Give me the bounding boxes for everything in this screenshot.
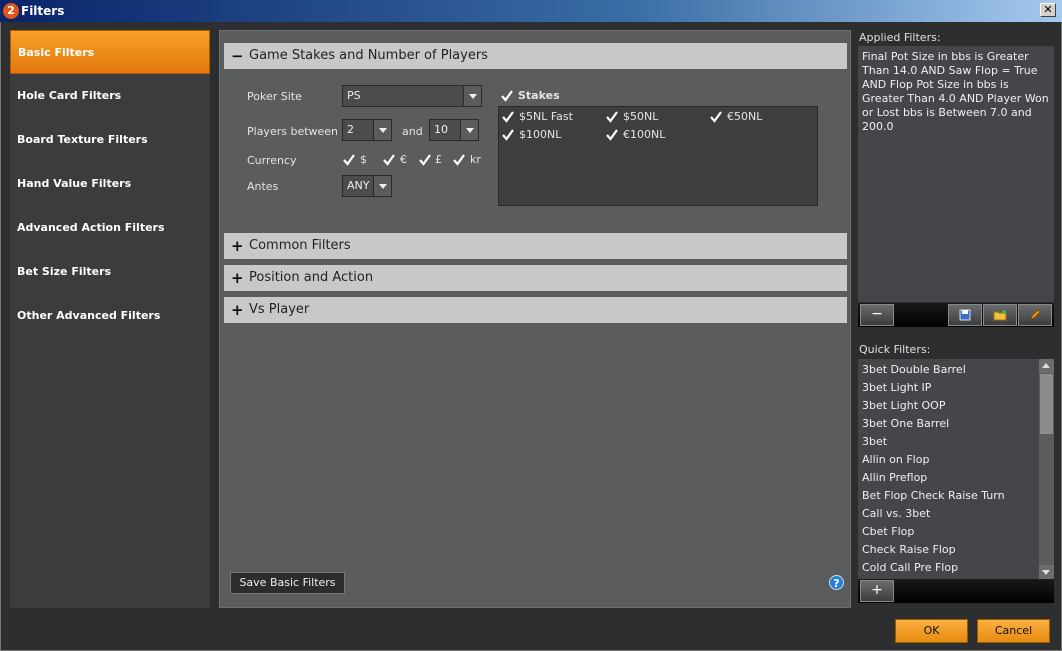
poker-site-select[interactable]: PS [342, 85, 482, 107]
save-filter-button[interactable] [948, 304, 982, 326]
stake-label: $5NL Fast [519, 110, 573, 123]
title-bar: 2 Filters ✕ [0, 0, 1062, 22]
antes-select[interactable]: ANY [342, 175, 392, 197]
scroll-up-icon[interactable] [1039, 359, 1054, 373]
stake-label: $100NL [519, 128, 562, 141]
add-quick-filter-button[interactable]: + [860, 580, 894, 602]
chevron-down-icon [460, 120, 478, 140]
quick-filter-item[interactable]: 3bet Light IP [862, 381, 931, 394]
section-vs-player[interactable]: + Vs Player [224, 297, 847, 323]
expand-icon: + [231, 301, 244, 319]
nav-item-basic-filters[interactable]: Basic Filters [10, 30, 210, 74]
save-basic-filters-button[interactable]: Save Basic Filters [230, 572, 345, 594]
nav-item-hole-card-filters[interactable]: Hole Card Filters [10, 74, 210, 118]
poker-site-label: Poker Site [247, 90, 302, 103]
stake-label: €50NL [727, 110, 763, 123]
scroll-thumb[interactable] [1040, 374, 1053, 434]
stakes-list: $5NL Fast $50NL €50NL $100NL €100NL [498, 106, 818, 206]
quick-filter-item[interactable]: Cbet Flop [862, 525, 914, 538]
window-title: Filters [21, 4, 65, 18]
quick-filters-toolbar: + [858, 579, 1054, 603]
edit-filter-button[interactable] [1018, 304, 1052, 326]
quick-filter-item[interactable]: Call vs. 3bet [862, 507, 930, 520]
chevron-down-icon [463, 86, 481, 106]
players-between-label: Players between [247, 125, 339, 138]
quick-filters-scrollbar[interactable] [1039, 359, 1054, 579]
antes-label: Antes [247, 180, 279, 193]
currency-usd-label: $ [360, 153, 367, 166]
quick-filter-item[interactable]: Allin on Flop [862, 453, 929, 466]
section-position-and-action[interactable]: + Position and Action [224, 265, 847, 291]
section-title: Game Stakes and Number of Players [249, 48, 488, 63]
pencil-icon [1029, 309, 1041, 325]
collapse-icon: − [231, 47, 244, 65]
section-game-stakes[interactable]: − Game Stakes and Number of Players [224, 43, 847, 69]
quick-filter-item[interactable]: Allin Preflop [862, 471, 927, 484]
quick-filter-item[interactable]: 3bet Light OOP [862, 399, 945, 412]
help-icon[interactable]: ? [829, 575, 844, 590]
basic-filters-panel: − Game Stakes and Number of Players Poke… [219, 30, 851, 608]
nav-item-bet-size-filters[interactable]: Bet Size Filters [10, 250, 210, 294]
players-min-select[interactable]: 2 [342, 119, 392, 141]
currency-usd-checkbox[interactable] [342, 153, 356, 167]
filter-category-nav: Basic Filters Hole Card Filters Board Te… [10, 30, 210, 608]
stake-label: €100NL [623, 128, 666, 141]
players-max-select[interactable]: 10 [429, 119, 479, 141]
currency-kr-checkbox[interactable] [452, 153, 466, 167]
stake-checkbox[interactable] [605, 110, 619, 124]
applied-filters-toolbar: − [858, 303, 1054, 327]
chevron-down-icon [373, 120, 391, 140]
players-min-value: 2 [347, 123, 354, 136]
currency-label: Currency [247, 154, 297, 167]
nav-item-hand-value-filters[interactable]: Hand Value Filters [10, 162, 210, 206]
app-logo-icon: 2 [3, 3, 19, 19]
currency-gbp-checkbox[interactable] [418, 153, 432, 167]
players-max-value: 10 [434, 123, 448, 136]
cancel-button[interactable]: Cancel [977, 619, 1050, 643]
quick-filter-item[interactable]: 3bet [862, 435, 887, 448]
stake-checkbox[interactable] [605, 128, 619, 142]
stake-checkbox[interactable] [709, 110, 723, 124]
load-filter-button[interactable] [983, 304, 1017, 326]
section-common-filters[interactable]: + Common Filters [224, 233, 847, 259]
currency-eur-checkbox[interactable] [382, 153, 396, 167]
scroll-down-icon[interactable] [1039, 565, 1054, 579]
expand-icon: + [231, 269, 244, 287]
stake-checkbox[interactable] [501, 128, 515, 142]
quick-filter-item[interactable]: Check Raise Flop [862, 543, 956, 556]
remove-filter-button[interactable]: − [860, 304, 894, 326]
and-label: and [402, 125, 423, 138]
section-title: Vs Player [249, 302, 310, 317]
nav-item-advanced-action-filters[interactable]: Advanced Action Filters [10, 206, 210, 250]
nav-item-board-texture-filters[interactable]: Board Texture Filters [10, 118, 210, 162]
stake-label: $50NL [623, 110, 659, 123]
save-icon [959, 309, 971, 325]
section-title: Common Filters [249, 238, 351, 253]
ok-button[interactable]: OK [895, 619, 968, 643]
quick-filter-item[interactable]: Bet Flop Check Raise Turn [862, 489, 1005, 502]
close-button[interactable]: ✕ [1040, 3, 1056, 17]
expand-icon: + [231, 237, 244, 255]
stakes-all-checkbox[interactable] [500, 89, 514, 103]
stakes-label: Stakes [518, 89, 560, 102]
poker-site-value: PS [347, 89, 361, 102]
currency-gbp-label: £ [435, 153, 442, 166]
quick-filter-item[interactable]: 3bet Double Barrel [862, 363, 966, 376]
applied-filters-text: Final Pot Size in bbs is Greater Than 14… [858, 46, 1054, 302]
stake-checkbox[interactable] [501, 110, 515, 124]
quick-filter-item[interactable]: 3bet One Barrel [862, 417, 949, 430]
quick-filter-item[interactable]: Cold Call Pre Flop [862, 561, 958, 574]
currency-eur-label: € [400, 153, 407, 166]
quick-filters-label: Quick Filters: [859, 343, 931, 356]
currency-kr-label: kr [470, 153, 481, 166]
filters-dialog: Basic Filters Hole Card Filters Board Te… [0, 22, 1062, 651]
applied-filters-label: Applied Filters: [859, 31, 941, 44]
antes-value: ANY [347, 179, 370, 192]
section-title: Position and Action [249, 270, 374, 285]
chevron-down-icon [373, 176, 391, 196]
nav-item-other-advanced-filters[interactable]: Other Advanced Filters [10, 294, 210, 338]
folder-icon [993, 309, 1007, 325]
quick-filters-list: 3bet Double Barrel 3bet Light IP 3bet Li… [858, 359, 1054, 579]
